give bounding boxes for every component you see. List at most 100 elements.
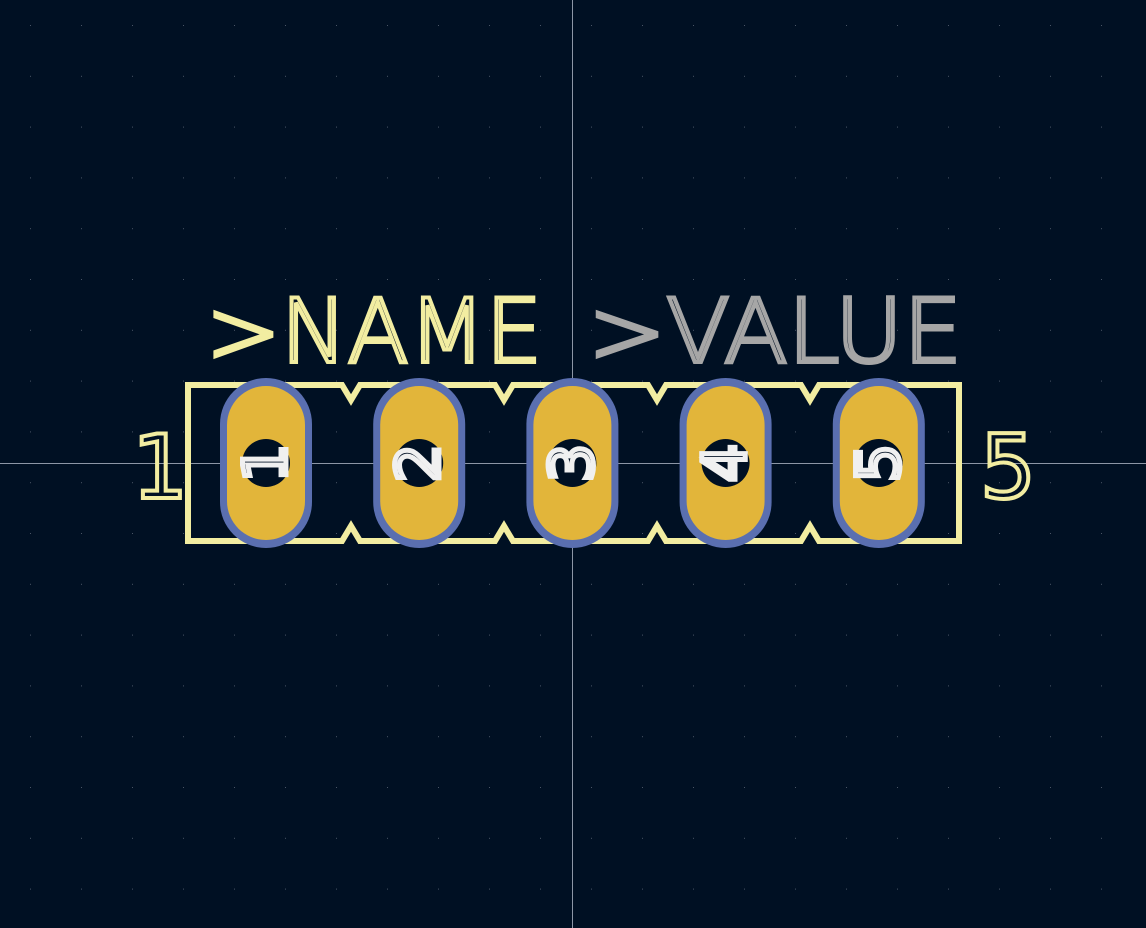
grid-dot (591, 736, 592, 738)
grid-dot (438, 583, 439, 585)
grid-dot (1050, 888, 1051, 890)
value-text[interactable]: >VALUE (586, 278, 964, 385)
grid-dot (1050, 634, 1051, 636)
grid-dot (591, 583, 592, 585)
grid-dot (1050, 177, 1051, 179)
grid-dot (132, 177, 133, 179)
grid-dot (642, 685, 643, 687)
grid-dot (336, 533, 337, 534)
grid-dot (795, 482, 796, 484)
grid-dot (387, 228, 388, 230)
grid-dot (387, 126, 388, 128)
grid-dot (948, 177, 949, 179)
grid-dot (540, 75, 541, 77)
grid-dot (1050, 482, 1051, 484)
grid-dot (81, 431, 82, 433)
grid-dot (489, 177, 490, 179)
grid-dot (1050, 380, 1051, 382)
grid-dot (1050, 583, 1051, 585)
grid-dot (642, 75, 643, 77)
grid-dot (132, 888, 133, 890)
grid-dot (489, 431, 490, 433)
grid-dot (387, 177, 388, 179)
grid-dot (387, 787, 388, 788)
grid-dot (285, 787, 286, 788)
grid-dot (1050, 126, 1051, 128)
grid-dot (642, 228, 643, 230)
grid-dot (234, 837, 235, 839)
grid-dot (999, 888, 1000, 890)
grid-dot (999, 126, 1000, 128)
grid-dot (897, 685, 898, 687)
grid-dot (999, 533, 1000, 534)
grid-dot (540, 25, 541, 26)
grid-dot (846, 888, 847, 890)
grid-dot (336, 736, 337, 738)
pad-3[interactable]: 3 (526, 378, 619, 548)
pad-number-label: 3 (537, 444, 607, 482)
grid-dot (183, 329, 184, 331)
grid-dot (489, 228, 490, 230)
grid-dot (744, 583, 745, 585)
pad-number-label: 4 (691, 444, 761, 482)
grid-dot (387, 888, 388, 890)
grid-dot (1101, 380, 1102, 382)
grid-dot (336, 75, 337, 77)
grid-dot (948, 482, 949, 484)
grid-dot (438, 685, 439, 687)
grid-dot (30, 431, 31, 433)
pad-5[interactable]: 5 (832, 378, 925, 548)
grid-dot (693, 228, 694, 230)
grid-dot (999, 177, 1000, 179)
grid-dot (387, 736, 388, 738)
grid-dot (387, 837, 388, 839)
pad-1[interactable]: 1 (220, 378, 312, 548)
grid-dot (30, 177, 31, 179)
grid-dot (693, 634, 694, 636)
grid-dot (336, 888, 337, 890)
grid-dot (642, 787, 643, 788)
grid-dot (897, 787, 898, 788)
grid-dot (438, 634, 439, 636)
grid-dot (795, 787, 796, 788)
grid-dot (540, 837, 541, 839)
grid-dot (234, 126, 235, 128)
grid-dot (540, 177, 541, 179)
grid-dot (897, 228, 898, 230)
grid-dot (336, 431, 337, 433)
grid-dot (1101, 837, 1102, 839)
grid-dot (285, 126, 286, 128)
grid-dot (591, 837, 592, 839)
pad-number-label: 1 (231, 444, 301, 482)
grid-dot (489, 787, 490, 788)
pcb-footprint-canvas[interactable]: 1 2 3 4 5 >NAME >VALUE 1 5 (0, 0, 1146, 928)
grid-dot (999, 25, 1000, 26)
grid-dot (489, 634, 490, 636)
reference-text[interactable]: >NAME (204, 278, 544, 385)
grid-dot (846, 837, 847, 839)
pad-2[interactable]: 2 (373, 378, 466, 548)
grid-dot (642, 888, 643, 890)
pad-4[interactable]: 4 (679, 378, 772, 548)
grid-dot (387, 685, 388, 687)
grid-dot (1101, 583, 1102, 585)
grid-dot (81, 279, 82, 280)
grid-dot (132, 126, 133, 128)
grid-dot (846, 787, 847, 788)
grid-dot (387, 25, 388, 26)
grid-dot (132, 533, 133, 534)
grid-dot (285, 736, 286, 738)
grid-dot (132, 329, 133, 331)
grid-dot (1101, 736, 1102, 738)
grid-dot (693, 177, 694, 179)
grid-dot (285, 583, 286, 585)
grid-dot (948, 634, 949, 636)
grid-dot (591, 888, 592, 890)
grid-dot (1050, 787, 1051, 788)
grid-dot (642, 533, 643, 534)
grid-dot (489, 888, 490, 890)
grid-dot (1050, 75, 1051, 77)
grid-dot (693, 583, 694, 585)
grid-dot (591, 228, 592, 230)
grid-dot (81, 380, 82, 382)
